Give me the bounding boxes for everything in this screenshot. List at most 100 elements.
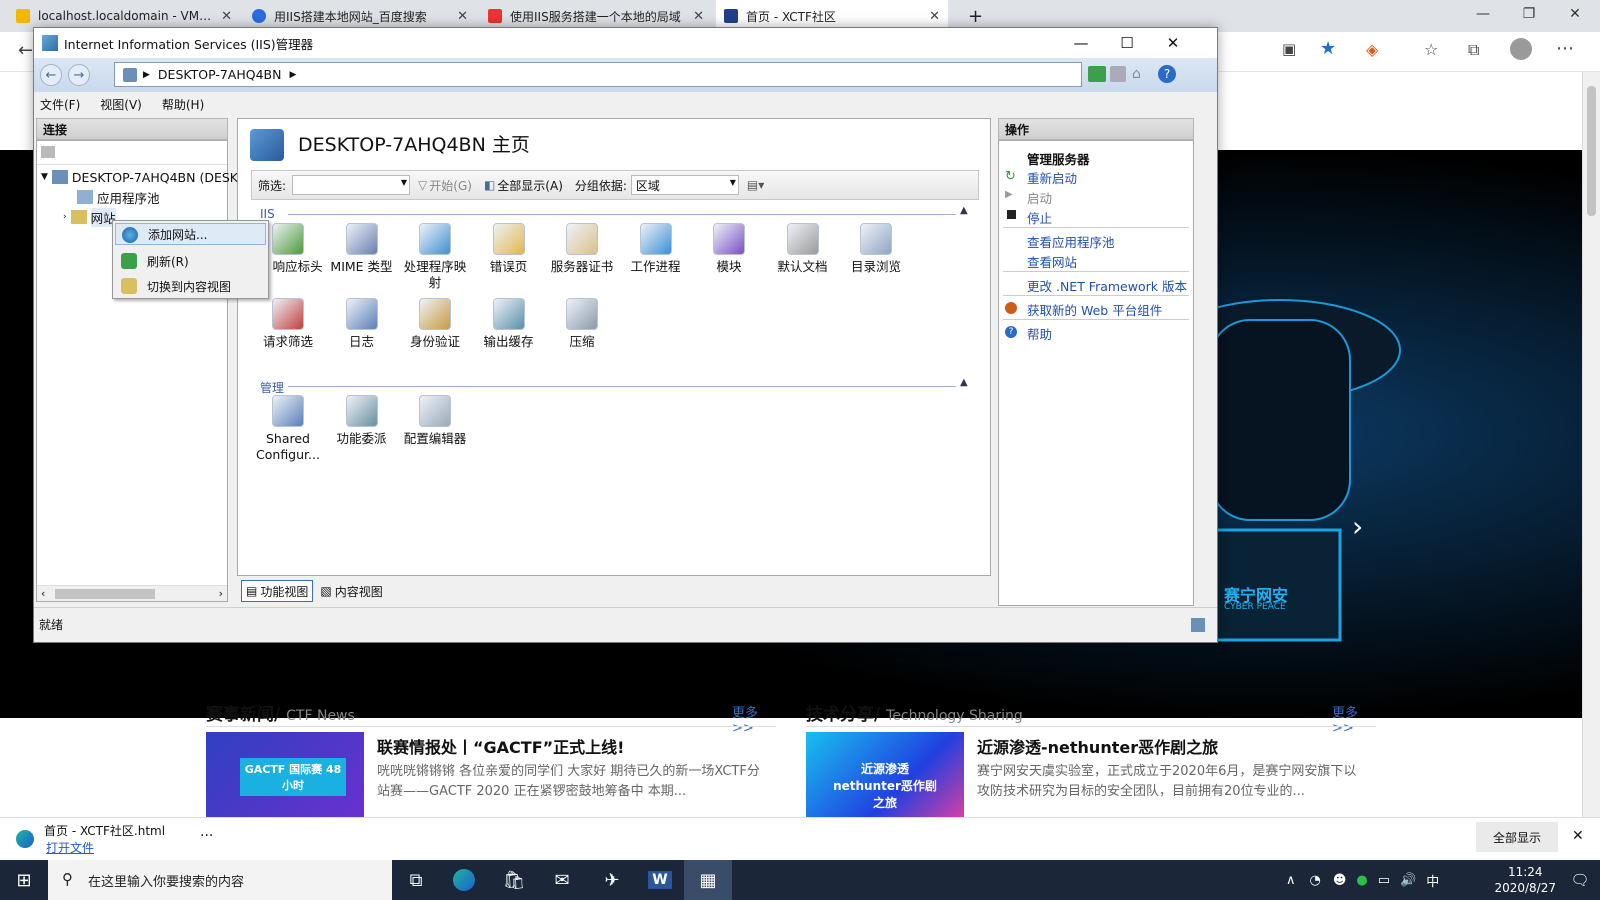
view-app-pools-action[interactable]: 查看应用程序池 — [1027, 232, 1115, 251]
home-icon[interactable]: ⌂ — [1132, 66, 1141, 82]
add-website-menu-item[interactable]: 添加网站... — [115, 223, 266, 245]
feature-auth[interactable]: 身份验证 — [398, 298, 472, 350]
view-mode-icon[interactable]: ▤▾ — [747, 178, 764, 192]
more-menu-icon[interactable]: ⋯ — [1556, 38, 1574, 59]
feature-compression[interactable]: 压缩 — [545, 298, 619, 350]
feature-shared-config[interactable]: Shared Configur... — [251, 395, 325, 463]
menu-file[interactable]: 文件(F) — [40, 96, 80, 113]
wechat-icon[interactable]: ● — [1356, 873, 1367, 888]
start-windows-icon[interactable]: ⊞ — [0, 860, 48, 900]
page-scrollbar[interactable] — [1582, 72, 1600, 817]
feature-worker-process[interactable]: 工作进程 — [619, 223, 693, 275]
notification-icon[interactable]: 🗨 — [1556, 860, 1600, 900]
tray-expand-icon[interactable]: ∧ — [1286, 873, 1296, 888]
browser-close-button[interactable]: ✕ — [1552, 0, 1598, 28]
tree-app-pools-node[interactable]: 应用程序池 — [77, 187, 160, 207]
back-icon[interactable]: ← — [18, 40, 33, 61]
feature-delegation[interactable]: 功能委派 — [325, 395, 399, 447]
word-taskbar-icon[interactable]: W — [636, 860, 684, 900]
ctf-news-more-link[interactable]: 更多>> — [732, 702, 776, 736]
scrollbar-thumb[interactable] — [1587, 86, 1596, 216]
qq-icon[interactable]: ☻ — [1333, 873, 1347, 888]
tab-features-view[interactable]: ▤ 功能视图 — [241, 580, 314, 602]
feature-mime[interactable]: MIME 类型 — [325, 223, 399, 275]
task-view-icon[interactable]: ⧉ — [392, 860, 440, 900]
scroll-thumb[interactable] — [55, 589, 155, 599]
close-tab-icon[interactable]: ✕ — [457, 9, 468, 24]
get-web-platform-action[interactable]: 获取新的 Web 平台组件 — [1027, 300, 1162, 319]
connect-icon[interactable] — [41, 146, 55, 158]
refresh-icon[interactable] — [1088, 66, 1106, 82]
tech-sharing-more-link[interactable]: 更多>> — [1332, 702, 1376, 736]
feature-error-page[interactable]: 错误页 — [472, 223, 546, 275]
battery-icon[interactable]: ▭ — [1378, 873, 1390, 888]
restart-action[interactable]: 重新启动 — [1027, 168, 1077, 187]
menu-help[interactable]: 帮助(H) — [162, 96, 204, 113]
extension-icon[interactable]: ◈ — [1366, 40, 1378, 59]
nethunter-thumbnail[interactable]: 近源渗透 nethunter恶作剧之旅 — [806, 732, 964, 817]
taskbar-search-box[interactable]: ⚲ 在这里输入你要搜索的内容 — [48, 860, 392, 900]
volume-icon[interactable]: 🔊 — [1400, 873, 1416, 888]
taskbar-clock[interactable]: 11:24 2020/8/27 — [1494, 864, 1556, 896]
show-all-downloads-button[interactable]: 全部显示 — [1476, 822, 1558, 852]
feature-output-cache[interactable]: 输出缓存 — [472, 298, 546, 350]
switch-content-view-menu-item[interactable]: 切换到内容视图 — [115, 275, 266, 297]
feishu-taskbar-icon[interactable]: ✈ — [588, 860, 636, 900]
help-action[interactable]: 帮助 — [1027, 324, 1052, 343]
collapse-group-icon[interactable]: ▲ — [960, 377, 968, 388]
store-taskbar-icon[interactable]: 🛍 — [490, 860, 538, 900]
feature-handler[interactable]: 处理程序映射 — [398, 223, 472, 291]
breadcrumb-server[interactable]: DESKTOP-7AHQ4BN — [158, 67, 282, 82]
reader-icon[interactable]: ▣ — [1282, 40, 1296, 58]
edge-taskbar-icon[interactable] — [440, 860, 488, 900]
close-tab-icon[interactable]: ✕ — [929, 9, 940, 24]
iis-breadcrumb[interactable]: ▶ DESKTOP-7AHQ4BN ▶ — [114, 62, 1082, 87]
iis-close-button[interactable]: ✕ — [1150, 28, 1196, 58]
tree-sites-node[interactable]: › 网站 — [63, 207, 116, 227]
menu-view[interactable]: 视图(V) — [100, 96, 142, 113]
carousel-next-icon[interactable]: › — [1352, 510, 1363, 543]
view-sites-action[interactable]: 查看网站 — [1027, 252, 1077, 271]
open-file-link[interactable]: 打开文件 — [46, 839, 94, 856]
iis-minimize-button[interactable]: — — [1058, 28, 1104, 58]
ime-indicator[interactable]: 中 — [1426, 871, 1439, 890]
collapse-icon[interactable]: ▼ — [41, 172, 48, 182]
help-icon[interactable]: ? — [1158, 65, 1176, 83]
favorites-list-icon[interactable]: ☆ — [1424, 40, 1438, 59]
collections-icon[interactable]: ⧉ — [1468, 40, 1479, 60]
iis-taskbar-icon[interactable]: ▦ — [684, 860, 732, 900]
close-tab-icon[interactable]: ✕ — [693, 9, 704, 24]
iis-maximize-button[interactable]: ☐ — [1104, 28, 1150, 58]
feature-request-filter[interactable]: 请求筛选 — [251, 298, 325, 350]
gactf-news-title[interactable]: 联赛情报处丨“GACTF”正式上线! — [377, 734, 624, 758]
expand-icon[interactable]: › — [63, 212, 67, 222]
network-icon[interactable]: ◔ — [1310, 873, 1321, 888]
connections-hscroll[interactable]: ‹ › — [37, 585, 227, 601]
mail-taskbar-icon[interactable]: ✉ — [538, 860, 586, 900]
forward-arrow-icon[interactable]: → — [68, 64, 90, 86]
stop-icon[interactable] — [1110, 66, 1126, 82]
browser-maximize-button[interactable]: ❐ — [1506, 0, 1552, 28]
scroll-right-icon[interactable]: › — [219, 587, 223, 600]
collapse-group-icon[interactable]: ▲ — [960, 205, 968, 216]
group-by-select[interactable]: 区域 ▼ — [630, 175, 739, 195]
close-tab-icon[interactable]: ✕ — [221, 9, 232, 24]
stop-action[interactable]: 停止 — [1027, 208, 1052, 227]
start-filter-button[interactable]: 开始(G) — [429, 177, 472, 194]
refresh-menu-item[interactable]: 刷新(R) — [115, 250, 266, 272]
feature-modules[interactable]: 模块 — [692, 223, 766, 275]
feature-certificate[interactable]: 服务器证书 — [545, 223, 619, 275]
scroll-left-icon[interactable]: ‹ — [41, 587, 45, 600]
back-arrow-icon[interactable]: ← — [40, 64, 62, 86]
close-download-bar-icon[interactable]: ✕ — [1572, 828, 1584, 844]
favorite-star-icon[interactable]: ★ — [1320, 38, 1336, 59]
tree-server-node[interactable]: ▼ DESKTOP-7AHQ4BN (DESK — [41, 167, 238, 187]
feature-logging[interactable]: 日志 — [325, 298, 399, 350]
feature-config-editor[interactable]: 配置编辑器 — [398, 395, 472, 447]
tab-content-view[interactable]: ▧ 内容视图 — [315, 580, 387, 602]
download-more-button[interactable]: ··· — [200, 828, 213, 844]
feature-dir-browse[interactable]: 目录浏览 — [839, 223, 913, 275]
browser-minimize-button[interactable]: — — [1460, 0, 1506, 28]
profile-avatar-icon[interactable] — [1510, 38, 1532, 60]
feature-default-doc[interactable]: 默认文档 — [766, 223, 840, 275]
